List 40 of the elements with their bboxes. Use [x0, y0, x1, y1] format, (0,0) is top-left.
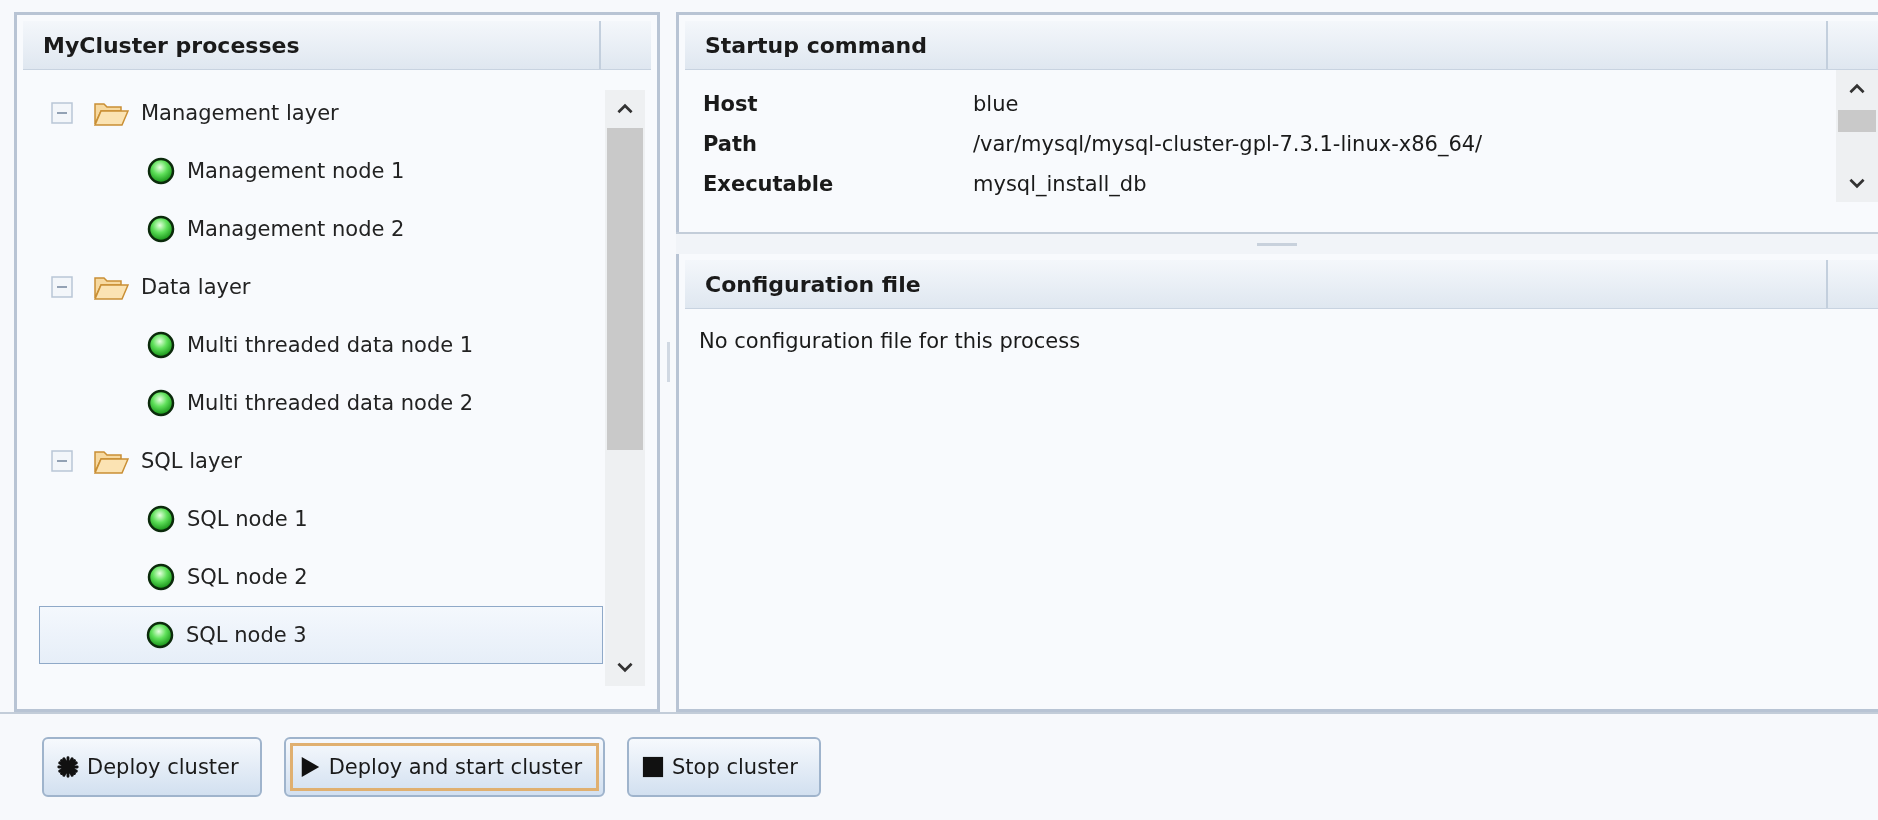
- field-value: mysql_install_db: [973, 172, 1148, 196]
- status-icon: [147, 563, 175, 591]
- field-label: Host: [703, 92, 759, 116]
- tree-item[interactable]: SQL node 1: [187, 507, 308, 531]
- tree-item[interactable]: Multi threaded data node 1: [187, 333, 474, 357]
- scroll-thumb[interactable]: [1837, 110, 1877, 133]
- status-icon: [146, 621, 174, 649]
- panel-title: Configuration file: [704, 271, 922, 297]
- field-label: Path: [703, 132, 758, 156]
- status-icon: [147, 505, 175, 533]
- panel-title: Startup command: [704, 32, 928, 58]
- asterisk-icon: [57, 756, 79, 778]
- tree-item[interactable]: Management layer: [141, 101, 339, 125]
- status-icon: [147, 215, 175, 243]
- scroll-thumb[interactable]: [606, 128, 644, 451]
- collapse-icon[interactable]: [51, 450, 73, 472]
- action-button[interactable]: Stop cluster: [627, 737, 821, 797]
- scrollbar[interactable]: [605, 90, 645, 686]
- status-icon: [147, 157, 175, 185]
- tree-item[interactable]: Management node 1: [187, 159, 405, 183]
- panel-title: MyCluster processes: [42, 32, 301, 58]
- empty-message: No configuration file for this process: [699, 329, 1081, 353]
- tree-item[interactable]: Data layer: [141, 275, 251, 299]
- tree-item[interactable]: SQL node 2: [187, 565, 308, 589]
- tree-item[interactable]: Multi threaded data node 2: [187, 391, 474, 415]
- scrollbar[interactable]: [1836, 70, 1878, 202]
- selected-tree-row[interactable]: SQL node 3: [39, 606, 603, 664]
- tree-item[interactable]: Management node 2: [187, 217, 405, 241]
- stop-icon: [642, 756, 665, 778]
- tree-item[interactable]: SQL layer: [141, 449, 242, 473]
- collapse-icon[interactable]: [51, 102, 73, 124]
- status-icon: [147, 331, 175, 359]
- field-value: blue: [973, 92, 1020, 116]
- tree-item[interactable]: SQL node 3: [186, 623, 307, 647]
- action-button[interactable]: Deploy and start cluster: [283, 737, 606, 797]
- status-icon: [147, 389, 175, 417]
- collapse-icon[interactable]: [51, 276, 73, 298]
- field-label: Executable: [703, 172, 835, 196]
- action-button[interactable]: Deploy cluster: [42, 737, 262, 797]
- field-value: /var/mysql/mysql-cluster-gpl-7.3.1-linux-x86_64/: [973, 132, 1484, 156]
